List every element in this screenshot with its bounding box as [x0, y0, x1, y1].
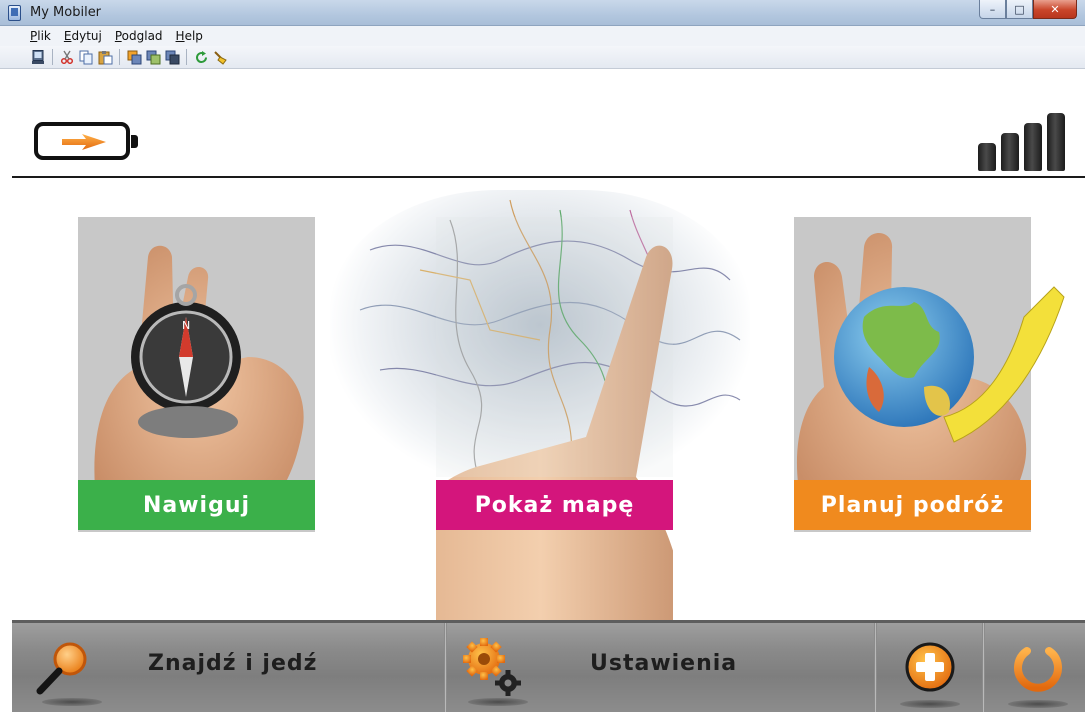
compass-hand-image: N [94, 245, 304, 517]
tile-label-show-map[interactable]: Pokaż mapę [436, 480, 673, 530]
bottom-separator [444, 623, 447, 712]
search-icon[interactable] [34, 637, 94, 702]
search-icon-shadow [42, 698, 102, 706]
hero-menu: N Nawiguj Pokaż mapę Planuj podróż [12, 180, 1085, 620]
refresh-icon[interactable] [193, 49, 209, 65]
app-icon [8, 5, 21, 21]
paste-icon[interactable] [97, 49, 113, 65]
menu-plik[interactable]: Plik [30, 29, 51, 43]
settings-gear-icon[interactable] [462, 637, 526, 706]
settings-icon-shadow [468, 698, 528, 706]
power-icon-shadow [1008, 700, 1068, 708]
globe-hand-image [796, 232, 1065, 517]
minimize-button[interactable]: – [979, 0, 1006, 19]
cut-icon[interactable] [59, 49, 75, 65]
bottom-bar: Znajdź i jedź Ustawienia [12, 620, 1085, 712]
power-icon[interactable] [1010, 639, 1066, 700]
device-screen: N Nawiguj Pokaż mapę Planuj podróż Znajd… [12, 70, 1085, 712]
copy-icon[interactable] [78, 49, 94, 65]
maximize-button[interactable]: □ [1006, 0, 1033, 19]
menu-bar: Plik Edytuj Podglad Help [0, 26, 1085, 46]
clean-icon[interactable] [212, 49, 228, 65]
toolbar-separator [52, 49, 53, 65]
add-icon-shadow [900, 700, 960, 708]
settings-button[interactable]: Ustawienia [590, 651, 737, 676]
device-icon[interactable] [30, 49, 46, 65]
window-copy-icon[interactable] [126, 49, 142, 65]
status-bar [12, 70, 1085, 178]
toolbar-separator [119, 49, 120, 65]
window-paste-icon[interactable] [145, 49, 161, 65]
svg-text:N: N [182, 319, 190, 332]
menu-edytuj[interactable]: Edytuj [64, 29, 102, 43]
menu-podglad[interactable]: Podglad [115, 29, 163, 43]
menu-help[interactable]: Help [176, 29, 203, 43]
window-title: My Mobiler [30, 5, 102, 20]
search-and-go-button[interactable]: Znajdź i jedź [148, 651, 317, 676]
signal-strength-icon [978, 113, 1068, 171]
toolbar-separator [186, 49, 187, 65]
bottom-separator [982, 623, 985, 712]
title-bar: My Mobiler – □ ✕ [0, 0, 1085, 26]
close-button[interactable]: ✕ [1033, 0, 1077, 19]
window-controls: – □ ✕ [979, 0, 1077, 20]
plus-circle-icon[interactable] [904, 641, 956, 698]
window-tile-icon[interactable] [164, 49, 180, 65]
pointing-hand-image [436, 217, 673, 620]
toolbar [0, 46, 1085, 69]
bottom-separator [874, 623, 877, 712]
battery-icon [34, 122, 138, 160]
tile-label-navigate[interactable]: Nawiguj [78, 480, 315, 530]
tile-label-plan-trip[interactable]: Planuj podróż [794, 480, 1031, 530]
